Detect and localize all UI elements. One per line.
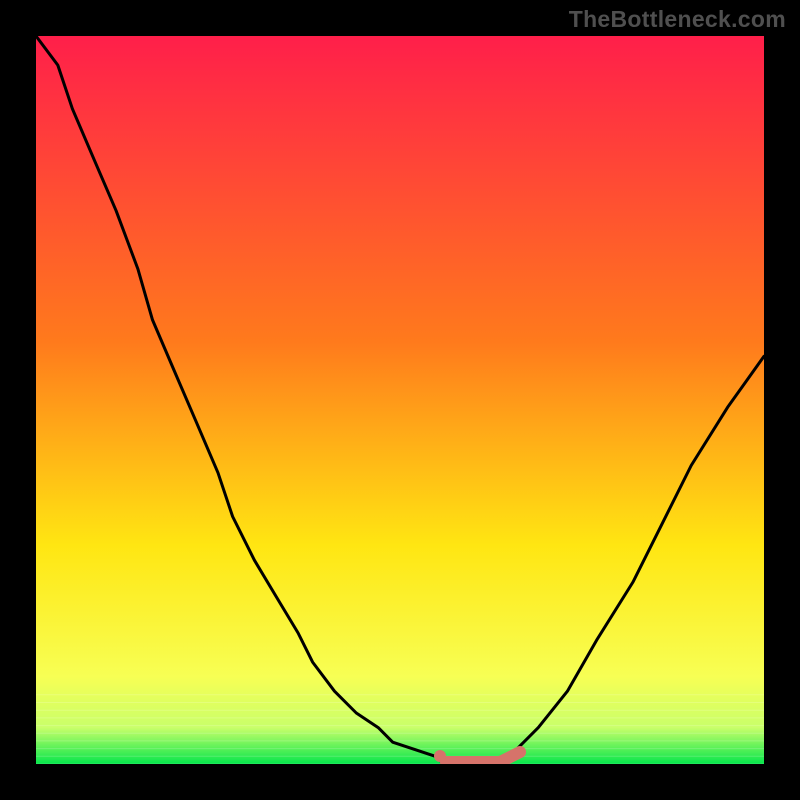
chart-svg [36, 36, 764, 764]
gradient-background [36, 36, 764, 764]
chart-container: TheBottleneck.com [0, 0, 800, 800]
plot-area [36, 36, 764, 764]
watermark-text: TheBottleneck.com [569, 6, 786, 33]
